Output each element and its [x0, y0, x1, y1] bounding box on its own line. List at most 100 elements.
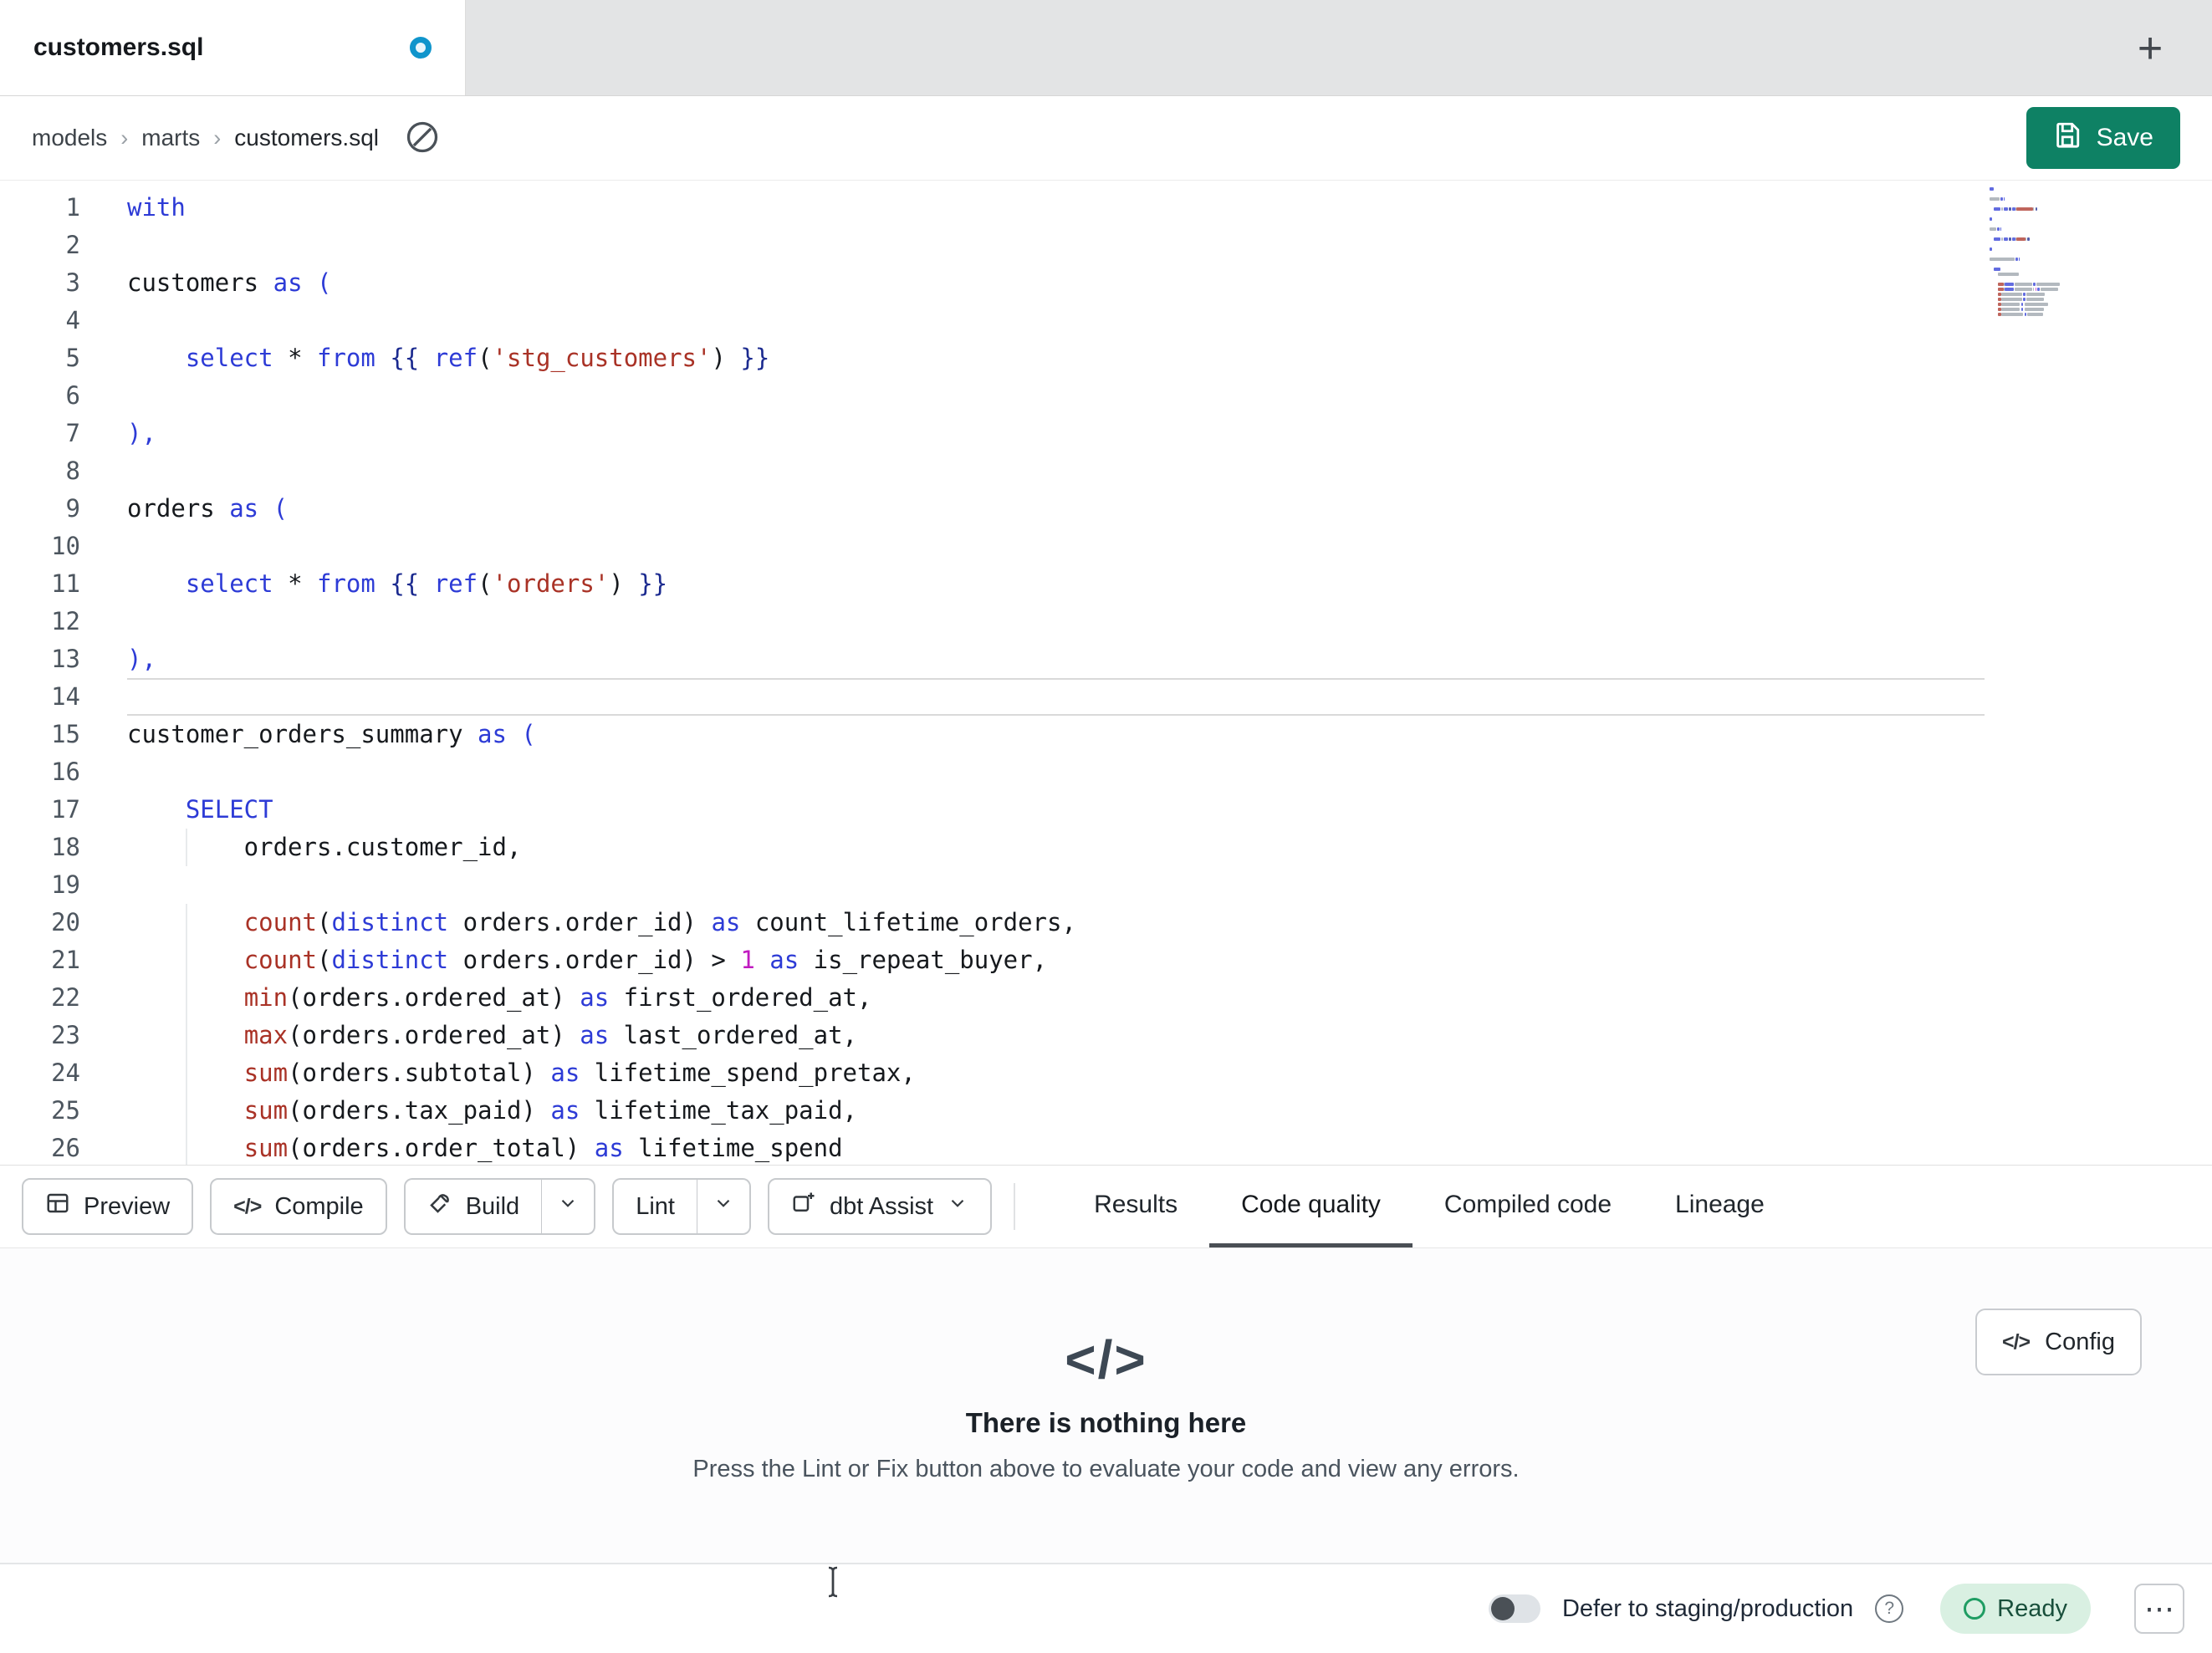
status-bar: Defer to staging/production ? Ready ⋯	[0, 1563, 2212, 1653]
code-line-12[interactable]: 12	[0, 603, 2212, 640]
line-number: 12	[51, 607, 80, 635]
code-line-17[interactable]: 17 SELECT	[0, 791, 2212, 829]
code-content: SELECT	[185, 795, 273, 824]
panel-tab-lineage[interactable]: Lineage	[1643, 1166, 1796, 1247]
ready-label: Ready	[1997, 1594, 2067, 1622]
code-line-10[interactable]: 10	[0, 528, 2212, 565]
code-line-25[interactable]: 25 sum(orders.tax_paid) as lifetime_tax_…	[0, 1092, 2212, 1130]
minimap-line	[1990, 273, 2115, 276]
minimap-line	[1990, 217, 2115, 221]
minimap-line	[1990, 207, 2115, 211]
line-number: 26	[51, 1134, 80, 1162]
preview-button[interactable]: Preview	[22, 1178, 194, 1235]
defer-toggle[interactable]	[1488, 1594, 1540, 1623]
minimap-line	[1990, 212, 2115, 216]
status-badge-ready[interactable]: Ready	[1940, 1584, 2091, 1634]
breadcrumb-bar: models › marts › customers.sql Save	[0, 96, 2212, 181]
code-content: orders as (	[127, 494, 289, 523]
code-line-4[interactable]: 4	[0, 302, 2212, 339]
minimap-line	[1990, 253, 2115, 256]
action-toolbar: Preview </> Compile Build Lint dbt Assis…	[0, 1165, 2212, 1248]
code-content	[127, 302, 1985, 339]
panel-tab-compiled-code[interactable]: Compiled code	[1413, 1166, 1643, 1247]
code-line-18[interactable]: 18 orders.customer_id,	[0, 829, 2212, 866]
toolbar-divider	[1014, 1183, 1016, 1230]
code-line-8[interactable]: 8	[0, 452, 2212, 490]
code-content	[127, 753, 1985, 791]
code-line-20[interactable]: 20 count(distinct orders.order_id) as co…	[0, 904, 2212, 941]
new-tab-button[interactable]: +	[2117, 0, 2184, 96]
line-number: 1	[65, 193, 80, 222]
chevron-down-icon	[947, 1192, 968, 1221]
code-content	[127, 377, 1985, 415]
code-line-6[interactable]: 6	[0, 377, 2212, 415]
indent-guide	[185, 941, 187, 979]
code-line-7[interactable]: 7),	[0, 415, 2212, 452]
dbt-assist-button[interactable]: dbt Assist	[767, 1178, 993, 1235]
file-info-button[interactable]	[397, 113, 447, 163]
code-line-24[interactable]: 24 sum(orders.subtotal) as lifetime_spen…	[0, 1054, 2212, 1092]
minimap-line	[1990, 237, 2115, 241]
minimap[interactable]	[1990, 187, 2115, 318]
lint-label: Lint	[636, 1192, 675, 1220]
config-button[interactable]: </> Config	[1975, 1309, 2142, 1375]
lint-dropdown-button[interactable]	[697, 1178, 751, 1235]
indent-guide	[185, 904, 187, 941]
build-dropdown-button[interactable]	[542, 1178, 596, 1235]
minimap-line	[1990, 247, 2115, 251]
code-glyph-icon: </>	[1065, 1329, 1147, 1390]
code-line-1[interactable]: 1 with	[0, 189, 2212, 227]
code-line-13[interactable]: 13),	[0, 640, 2212, 678]
file-tab-customers-sql[interactable]: customers.sql	[0, 0, 466, 95]
code-line-22[interactable]: 22 min(orders.ordered_at) as first_order…	[0, 979, 2212, 1017]
panel-tab-results[interactable]: Results	[1062, 1166, 1209, 1247]
line-number: 16	[51, 758, 80, 786]
help-icon[interactable]: ?	[1875, 1594, 1904, 1623]
more-options-button[interactable]: ⋯	[2134, 1584, 2184, 1634]
line-number: 25	[51, 1096, 80, 1125]
assist-icon	[791, 1191, 816, 1222]
code-line-23[interactable]: 23 max(orders.ordered_at) as last_ordere…	[0, 1017, 2212, 1054]
code-content: customers as (	[127, 268, 332, 297]
minimap-line	[1990, 278, 2115, 281]
save-icon	[2053, 120, 2082, 156]
code-line-19[interactable]: 19	[0, 866, 2212, 904]
code-content: sum(orders.subtotal) as lifetime_spend_p…	[127, 1054, 1985, 1092]
minimap-line	[1990, 232, 2115, 236]
unsaved-indicator-dot	[410, 37, 432, 59]
line-number: 24	[51, 1059, 80, 1087]
save-button[interactable]: Save	[2026, 107, 2180, 169]
code-icon: </>	[233, 1194, 262, 1218]
lint-button[interactable]: Lint	[612, 1178, 697, 1235]
breadcrumb-item-models[interactable]: models	[32, 125, 107, 151]
code-line-3[interactable]: 3 customers as (	[0, 264, 2212, 302]
line-number: 23	[51, 1021, 80, 1049]
code-icon: </>	[2002, 1329, 2031, 1354]
code-content	[127, 452, 1985, 490]
code-line-26[interactable]: 26 sum(orders.order_total) as lifetime_s…	[0, 1130, 2212, 1165]
code-editor[interactable]: 1 with 2 3 customers as (4 5 select * from {{…	[0, 181, 2212, 1165]
code-content	[127, 528, 1985, 565]
breadcrumb-separator: ›	[213, 125, 222, 151]
code-line-9[interactable]: 9 orders as (	[0, 490, 2212, 528]
code-line-11[interactable]: 11 select * from {{ ref('orders') }}	[0, 565, 2212, 603]
code-line-2[interactable]: 2	[0, 227, 2212, 264]
line-number: 21	[51, 946, 80, 974]
minimap-line	[1990, 313, 2115, 316]
toggle-knob	[1490, 1597, 1515, 1620]
build-button[interactable]: Build	[403, 1178, 543, 1235]
line-number: 8	[65, 457, 80, 485]
compile-button[interactable]: </> Compile	[210, 1178, 387, 1235]
code-line-14[interactable]: 14	[0, 678, 2212, 716]
code-line-5[interactable]: 5 select * from {{ ref('stg_customers') …	[0, 339, 2212, 377]
code-content: ),	[127, 645, 156, 673]
code-line-15[interactable]: 15 customer_orders_summary as (	[0, 716, 2212, 753]
breadcrumb-item-customers-sql[interactable]: customers.sql	[234, 125, 379, 151]
code-content: ),	[127, 419, 156, 447]
indent-guide	[185, 1130, 187, 1165]
breadcrumb-item-marts[interactable]: marts	[141, 125, 200, 151]
code-line-21[interactable]: 21 count(distinct orders.order_id) > 1 a…	[0, 941, 2212, 979]
code-quality-panel: </> There is nothing here Press the Lint…	[0, 1248, 2212, 1563]
panel-tab-code-quality[interactable]: Code quality	[1209, 1166, 1413, 1247]
code-line-16[interactable]: 16	[0, 753, 2212, 791]
